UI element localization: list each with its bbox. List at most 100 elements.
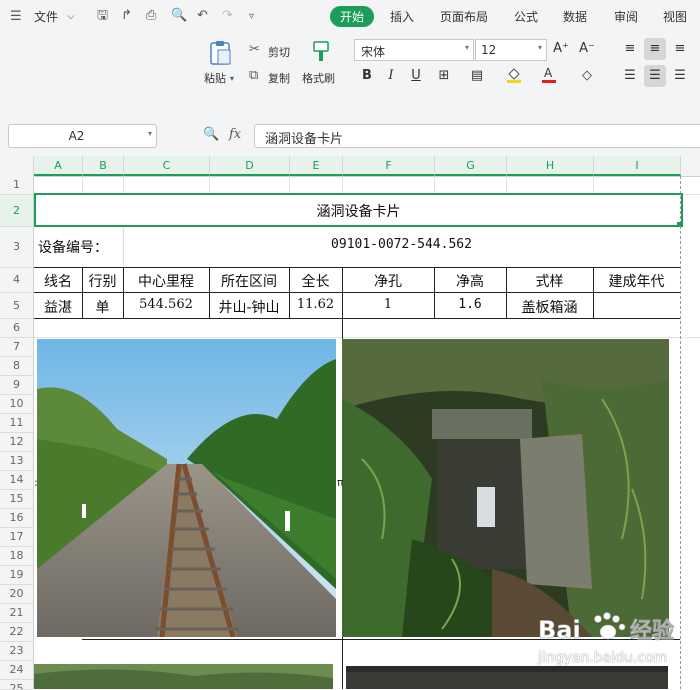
increase-font-icon[interactable]: A⁺ bbox=[550, 38, 572, 60]
row-header[interactable]: 5 bbox=[0, 293, 33, 319]
column-headers: A B C D E F G H I bbox=[0, 156, 700, 177]
row-header[interactable]: 20 bbox=[0, 585, 33, 604]
row-header[interactable]: 17 bbox=[0, 528, 33, 547]
row-header[interactable]: 19 bbox=[0, 566, 33, 585]
copy-icon[interactable]: ⧉ bbox=[249, 68, 258, 84]
equip-no-value: 09101-0072-544.562 bbox=[331, 237, 472, 252]
name-box[interactable]: A2 ▾ bbox=[8, 124, 157, 148]
culvert-photo[interactable] bbox=[342, 339, 669, 637]
cut-button[interactable]: 剪切 bbox=[268, 44, 290, 60]
column-header[interactable]: I bbox=[594, 156, 681, 176]
header-section: 所在区间 bbox=[221, 274, 277, 290]
row-header[interactable]: 23 bbox=[0, 642, 33, 661]
align-middle-icon[interactable]: ≡ bbox=[644, 38, 666, 60]
italic-button[interactable]: I bbox=[380, 65, 402, 87]
redo-icon[interactable]: ↷ bbox=[222, 8, 233, 24]
align-left-icon[interactable]: ☰ bbox=[619, 65, 641, 87]
formula-input[interactable]: 涵洞设备卡片 bbox=[254, 124, 700, 148]
scissors-icon[interactable]: ✂ bbox=[249, 42, 260, 58]
column-header[interactable]: F bbox=[343, 156, 435, 176]
export-icon[interactable]: ↱ bbox=[121, 8, 132, 24]
align-right-icon[interactable]: ☰ bbox=[669, 65, 691, 87]
format-painter-button[interactable]: 格式刷 bbox=[302, 70, 335, 86]
align-bottom-icon[interactable]: ≡ bbox=[669, 38, 691, 60]
paste-button[interactable] bbox=[206, 40, 234, 66]
decrease-font-icon[interactable]: A⁻ bbox=[576, 38, 598, 60]
paste-label[interactable]: 粘贴 bbox=[204, 70, 226, 86]
print-icon[interactable]: ⎙ bbox=[146, 8, 156, 24]
row-header[interactable]: 14 bbox=[0, 471, 33, 490]
zoom-icon[interactable]: 🔍 bbox=[203, 127, 219, 143]
tab-page-layout[interactable]: 页面布局 bbox=[440, 8, 488, 25]
value-section: 井山-钟山 bbox=[218, 300, 280, 316]
value-type: 盖板箱涵 bbox=[521, 300, 578, 316]
font-color-icon[interactable]: A bbox=[538, 65, 560, 87]
row-header[interactable]: 6 bbox=[0, 319, 33, 338]
row-header[interactable]: 2 bbox=[0, 195, 33, 227]
clear-format-icon[interactable]: ◇ bbox=[576, 65, 598, 87]
bottom-photo-left[interactable] bbox=[34, 664, 333, 689]
chevron-down-icon[interactable]: ⌵ bbox=[67, 9, 75, 25]
column-header[interactable]: E bbox=[290, 156, 343, 176]
underline-button[interactable]: U bbox=[405, 65, 427, 87]
select-all-corner[interactable] bbox=[0, 156, 34, 176]
row-header[interactable]: 7 bbox=[0, 338, 33, 357]
column-header[interactable]: A bbox=[34, 156, 83, 176]
font-size-select[interactable]: 12 ▾ bbox=[475, 39, 547, 61]
align-center-icon[interactable]: ☰ bbox=[644, 65, 666, 87]
align-top-icon[interactable]: ≡ bbox=[619, 38, 641, 60]
row-header[interactable]: 22 bbox=[0, 623, 33, 642]
merge-icon[interactable]: ▤ bbox=[466, 65, 488, 87]
more-dropdown-icon[interactable]: ▿ bbox=[249, 9, 254, 25]
selected-cell-a2[interactable]: 涵洞设备卡片 bbox=[34, 193, 683, 227]
row-header[interactable]: 11 bbox=[0, 414, 33, 433]
copy-button[interactable]: 复制 bbox=[268, 70, 290, 86]
row-header[interactable]: 10 bbox=[0, 395, 33, 414]
fill-color-icon[interactable] bbox=[503, 65, 525, 87]
row-header[interactable]: 15 bbox=[0, 490, 33, 509]
tab-view[interactable]: 视图 bbox=[663, 8, 687, 25]
railway-track-photo[interactable] bbox=[37, 339, 336, 637]
formula-bar: A2 ▾ 🔍 fx 涵洞设备卡片 bbox=[0, 114, 700, 156]
row-header[interactable]: 9 bbox=[0, 376, 33, 395]
column-header[interactable]: B bbox=[83, 156, 124, 176]
row-header[interactable]: 24 bbox=[0, 661, 33, 680]
row-header[interactable]: 13 bbox=[0, 452, 33, 471]
tab-review[interactable]: 审阅 bbox=[614, 8, 638, 25]
row-header[interactable]: 4 bbox=[0, 268, 33, 293]
tab-insert[interactable]: 插入 bbox=[390, 8, 414, 25]
row-header[interactable]: 12 bbox=[0, 433, 33, 452]
save-icon[interactable]: 🖫 bbox=[97, 8, 108, 24]
print-preview-icon[interactable]: 🔍 bbox=[171, 8, 187, 24]
borders-icon[interactable]: ⊞ bbox=[433, 65, 455, 87]
header-line-name: 线名 bbox=[44, 274, 72, 290]
hamburger-icon[interactable]: ☰ bbox=[10, 9, 22, 25]
row-header[interactable]: 21 bbox=[0, 604, 33, 623]
column-header[interactable] bbox=[681, 156, 700, 176]
row-headers: 1 2 3 4 5 6 7 8 9 10 11 12 13 14 15 16 1… bbox=[0, 176, 34, 690]
fill-handle[interactable] bbox=[677, 222, 682, 227]
row-header[interactable]: 3 bbox=[0, 227, 33, 268]
tab-home[interactable]: 开始 bbox=[330, 6, 375, 27]
bold-button[interactable]: B bbox=[356, 65, 378, 87]
column-header[interactable]: C bbox=[124, 156, 210, 176]
undo-icon[interactable]: ↶ bbox=[197, 8, 208, 24]
row-header[interactable]: 1 bbox=[0, 176, 33, 195]
fx-icon[interactable]: fx bbox=[229, 127, 241, 143]
tab-data[interactable]: 数据 bbox=[563, 8, 587, 25]
chevron-down-icon[interactable]: ▾ bbox=[230, 71, 234, 87]
column-header[interactable]: D bbox=[210, 156, 290, 176]
header-track: 行别 bbox=[88, 274, 117, 290]
row-header[interactable]: 8 bbox=[0, 357, 33, 376]
column-header[interactable]: G bbox=[435, 156, 507, 176]
formula-content: 涵洞设备卡片 bbox=[265, 132, 344, 147]
brand-text-2: 经验 bbox=[630, 618, 674, 644]
format-painter-icon[interactable] bbox=[310, 40, 332, 64]
font-name-select[interactable]: 宋体 ▾ bbox=[354, 39, 474, 61]
brand-text: Bai bbox=[538, 616, 581, 644]
column-header[interactable]: H bbox=[507, 156, 594, 176]
file-menu[interactable]: 文件 bbox=[34, 8, 58, 25]
row-header[interactable]: 18 bbox=[0, 547, 33, 566]
tab-formulas[interactable]: 公式 bbox=[514, 8, 538, 25]
row-header[interactable]: 16 bbox=[0, 509, 33, 528]
